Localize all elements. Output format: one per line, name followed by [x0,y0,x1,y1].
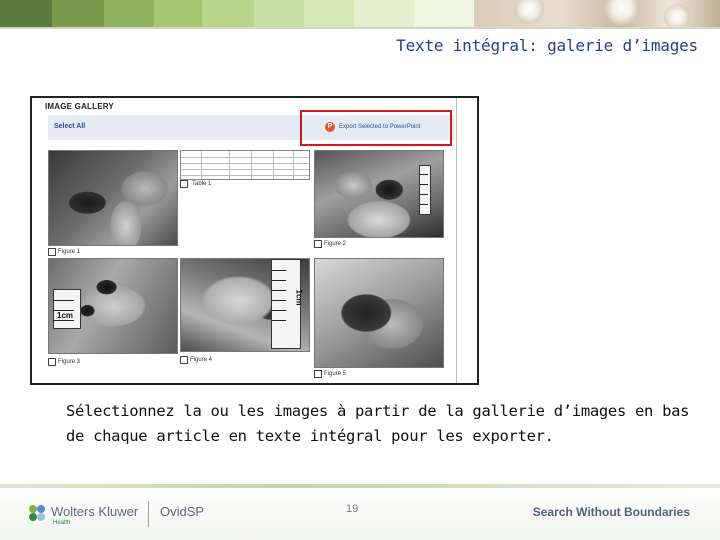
figure-4-caption: Figure 4 [190,357,213,363]
figure-5-checkbox[interactable] [314,370,322,378]
banner-tile [202,0,254,27]
banner-tile [104,0,154,27]
footer-separator [148,501,149,527]
scale-ruler [419,165,431,215]
top-banner [0,0,720,27]
brand-name: Wolters Kluwer [51,504,139,519]
table-1-caption: Table 1 [192,181,212,187]
banner-tile [304,0,354,27]
scale-label: 1cm [294,289,304,306]
figure-3-caption: Figure 3 [58,359,81,365]
scale-ruler [53,289,81,329]
tagline: Search Without Boundaries [532,505,690,519]
page-number: 19 [346,503,359,515]
figure-2-thumbnail[interactable] [314,150,444,238]
slide-title: Texte intégral: galerie d’images [396,36,698,55]
gallery-screenshot: IMAGE GALLERY Select All P Export Select… [30,96,479,385]
banner-dandelion-image [474,0,720,27]
product-name: OvidSP [160,504,205,519]
banner-tile [52,0,104,27]
gallery-heading: IMAGE GALLERY [45,102,114,111]
figure-1-thumbnail[interactable] [48,150,178,246]
banner-tile [414,0,474,27]
table-1-checkbox[interactable] [180,180,188,188]
figure-1-checkbox[interactable] [48,248,56,256]
figure-4-thumbnail[interactable]: 1cm [180,258,310,352]
figure-4-checkbox[interactable] [180,356,188,364]
figure-2-caption: Figure 2 [324,241,347,247]
figure-5-thumbnail[interactable] [314,258,444,368]
slide-body-text: Sélectionnez la ou les images à partir d… [66,402,690,445]
wolters-kluwer-logo-icon [29,505,45,521]
figure-5-caption: Figure 5 [324,371,347,377]
banner-tile [0,0,52,27]
gallery-panel: IMAGE GALLERY Select All P Export Select… [32,98,457,383]
scale-label: 1cm [57,311,74,320]
banner-divider [0,27,720,29]
dandelion-seed [664,4,690,27]
dandelion-seed [514,0,544,24]
figure-3-checkbox[interactable] [48,358,56,366]
dandelion-seed [604,0,640,26]
banner-tile [154,0,202,27]
select-all-link[interactable]: Select All [54,123,85,130]
brand-subtitle: Health [53,520,71,526]
figure-2-checkbox[interactable] [314,240,322,248]
footer: Wolters Kluwer Health OvidSP 19 Search W… [0,488,720,540]
banner-tile [254,0,304,27]
figure-1-caption: Figure 1 [58,249,81,255]
figure-3-thumbnail[interactable]: 1cm [48,258,178,354]
banner-tile [354,0,414,27]
export-highlight-box [300,110,452,146]
table-1-thumbnail[interactable] [180,150,310,180]
